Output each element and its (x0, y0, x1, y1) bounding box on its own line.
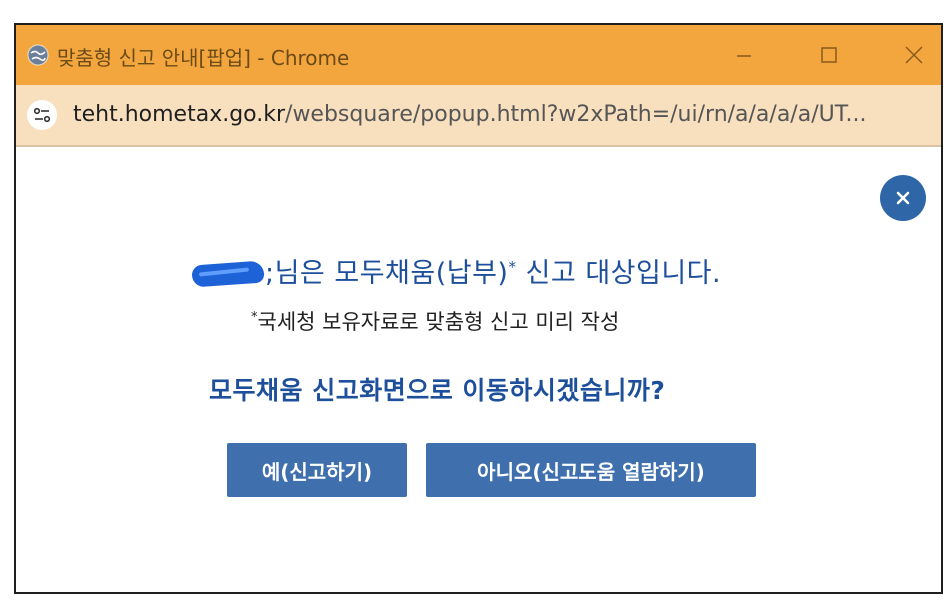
window-close-button[interactable] (894, 35, 934, 75)
url-text[interactable]: teht.hometax.go.kr/websquare/popup.html?… (73, 102, 867, 127)
note-text: 국세청 보유자료로 맞춤형 신고 미리 작성 (257, 310, 620, 334)
url-path: /websquare/popup.html?w2xPath=/ui/rn/a/a… (285, 102, 867, 127)
no-view-help-button[interactable]: 아니오(신고도움 열람하기) (426, 443, 756, 497)
dialog-note: *국세청 보유자료로 맞춤형 신고 미리 작성 (251, 306, 619, 336)
maximize-icon (821, 47, 837, 63)
close-icon (905, 46, 923, 64)
maximize-button[interactable] (809, 35, 849, 75)
headline-text: ;님은 모두채움(납부) (265, 258, 509, 289)
window-titlebar[interactable]: 맞춤형 신고 안내[팝업] - Chrome (16, 25, 941, 85)
redacted-name (189, 260, 265, 286)
address-bar[interactable]: teht.hometax.go.kr/websquare/popup.html?… (16, 85, 941, 147)
browser-popup-window: 맞춤형 신고 안내[팝업] - Chrome teht.hometax.go.k… (14, 23, 943, 594)
dialog-question: 모두채움 신고화면으로 이동하시겠습니까? (209, 376, 666, 405)
globe-icon (27, 44, 49, 66)
dialog-close-button[interactable] (880, 175, 926, 221)
minimize-button[interactable] (724, 35, 764, 75)
close-icon (896, 191, 910, 205)
window-title: 맞춤형 신고 안내[팝업] - Chrome (57, 46, 350, 70)
minimize-icon (737, 55, 751, 57)
url-host: teht.hometax.go.kr (73, 102, 286, 127)
tune-icon (33, 107, 51, 123)
yes-file-button[interactable]: 예(신고하기) (227, 443, 407, 497)
site-info-button[interactable] (27, 100, 57, 130)
dialog-headline: ;님은 모두채움(납부)* 신고 대상입니다. (189, 251, 721, 290)
headline-tail: 신고 대상입니다. (516, 258, 722, 289)
